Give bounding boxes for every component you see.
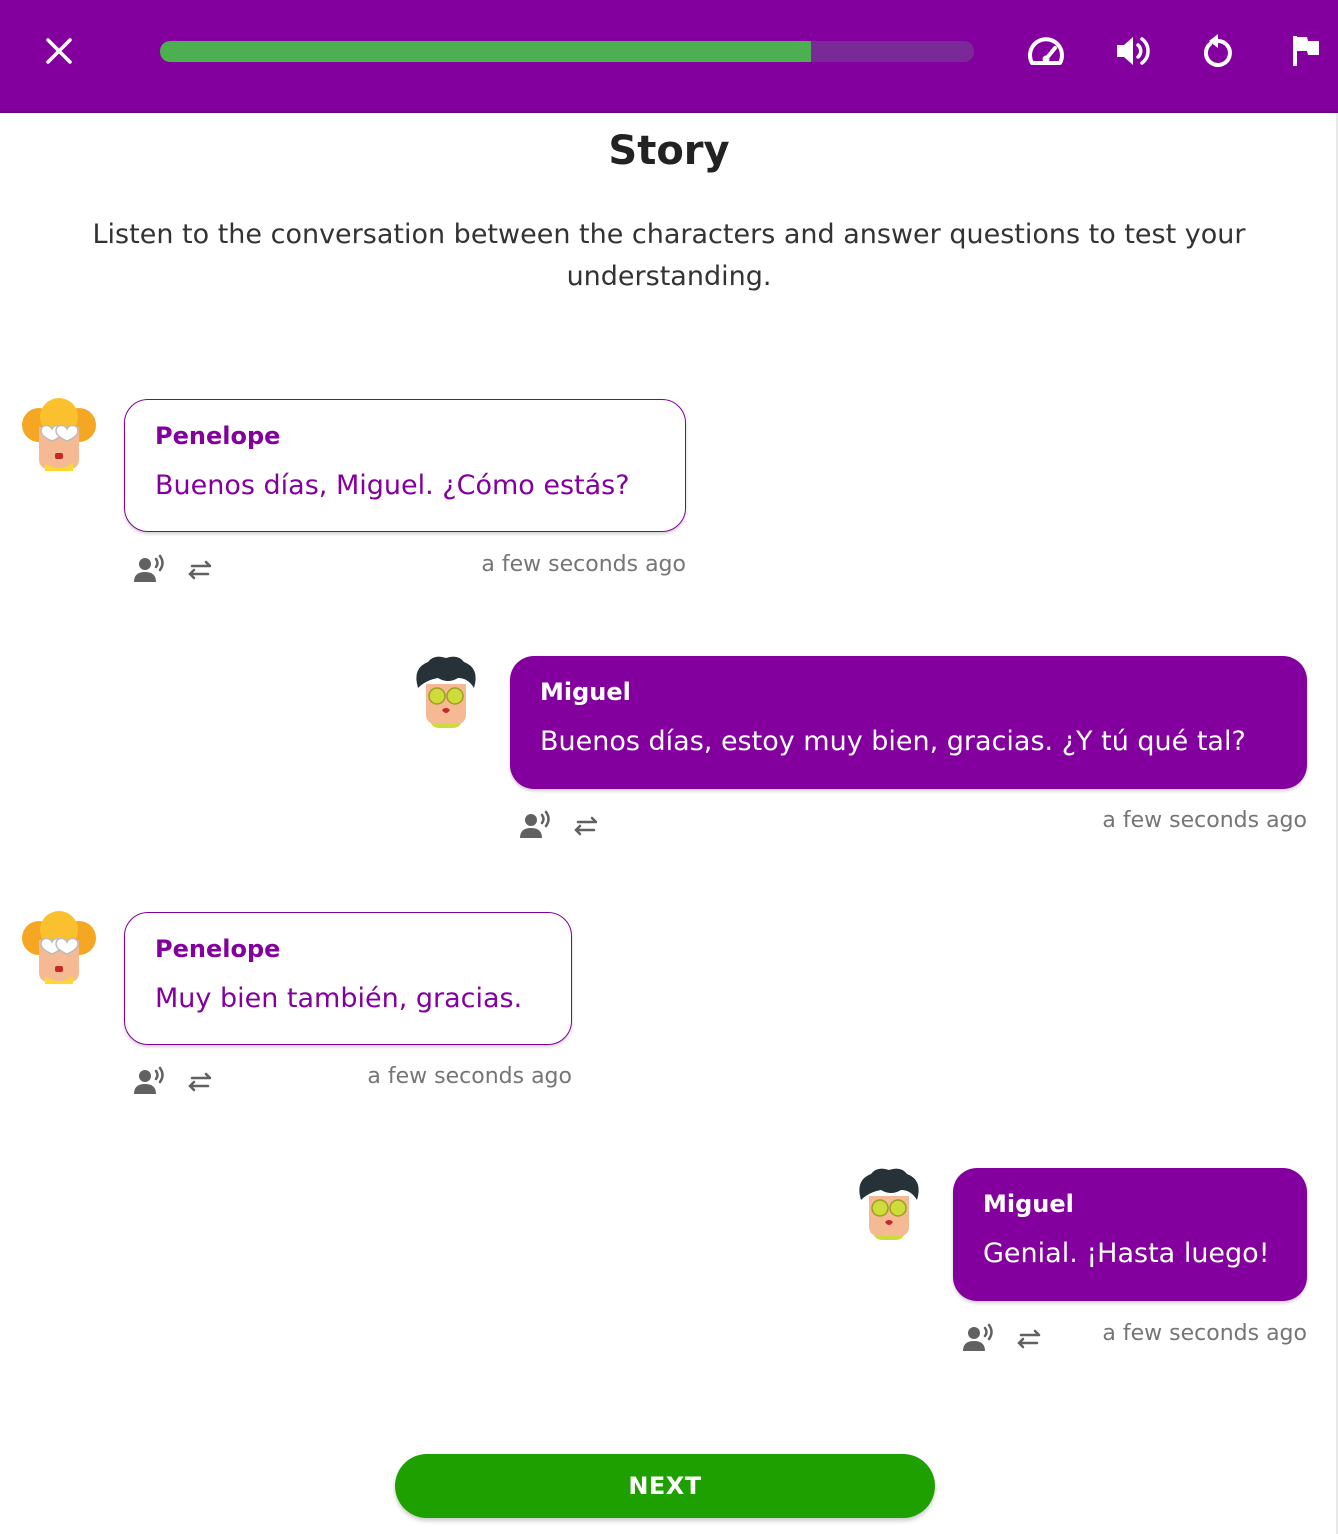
listen-speaker-icon[interactable] [520,810,552,840]
penelope-avatar [22,911,96,984]
speed-button[interactable] [1021,26,1071,76]
top-bar [0,0,1338,113]
message-text[interactable]: Buenos días, Miguel. ¿Cómo estás? [155,470,655,501]
message-timestamp: a few seconds ago [1102,1321,1307,1346]
translate-swap-icon[interactable] [184,554,216,584]
flag-icon [1293,36,1319,66]
listen-speaker-icon[interactable] [134,1066,166,1096]
translate-swap-icon[interactable] [1013,1323,1045,1353]
next-button[interactable]: NEXT [395,1454,935,1518]
message-timestamp: a few seconds ago [481,552,686,577]
translate-swap-icon[interactable] [570,810,602,840]
message-actions: a few seconds ago [520,808,1307,842]
penelope-avatar [22,398,96,471]
listen-speaker-icon[interactable] [134,554,166,584]
message-actions: a few seconds ago [134,1064,572,1098]
message-bubble: Miguel Buenos días, estoy muy bien, grac… [510,656,1307,789]
speaker-name: Penelope [155,422,281,450]
page-title: Story [608,128,730,174]
miguel-avatar [416,656,476,728]
listen-speaker-icon[interactable] [963,1323,995,1353]
message-bubble: Miguel Genial. ¡Hasta luego! [953,1168,1307,1301]
speaker-name: Penelope [155,935,281,963]
volume-icon [1117,37,1150,65]
replay-button[interactable] [1193,26,1243,76]
audio-button[interactable] [1107,26,1157,76]
close-icon [46,38,72,64]
message-bubble: Penelope Buenos días, Miguel. ¿Cómo está… [124,399,686,532]
replay-icon [1203,34,1232,67]
speaker-name: Miguel [540,678,631,706]
report-button[interactable] [1281,26,1331,76]
message-text[interactable]: Buenos días, estoy muy bien, gracias. ¿Y… [540,726,1277,757]
page-instructions: Listen to the conversation between the c… [92,219,1246,292]
speaker-name: Miguel [983,1190,1074,1218]
message-text[interactable]: Genial. ¡Hasta luego! [983,1238,1277,1269]
translate-swap-icon[interactable] [184,1066,216,1096]
message-timestamp: a few seconds ago [1102,808,1307,833]
message-timestamp: a few seconds ago [367,1064,572,1089]
progress-fill [160,41,812,62]
message-actions: a few seconds ago [963,1321,1307,1355]
message-actions: a few seconds ago [134,552,686,586]
message-bubble: Penelope Muy bien también, gracias. [124,912,572,1045]
miguel-avatar [859,1168,919,1240]
speed-icon [1028,37,1064,65]
close-button[interactable] [34,26,84,76]
message-text[interactable]: Muy bien también, gracias. [155,983,541,1014]
lesson-progress-bar [160,41,974,62]
